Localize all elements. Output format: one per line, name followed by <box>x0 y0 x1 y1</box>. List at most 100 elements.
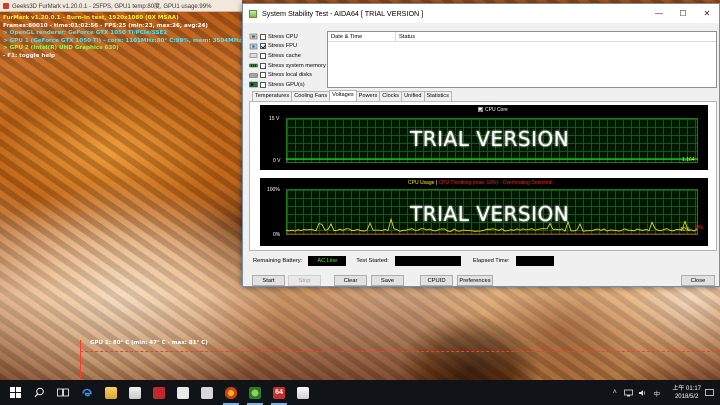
voltage-value-label: 1.164 <box>682 157 695 163</box>
start-button[interactable]: Start <box>252 275 285 286</box>
taskbar-browser[interactable] <box>244 380 266 405</box>
stress-option-checkbox[interactable] <box>260 81 266 88</box>
cache-icon <box>249 52 258 59</box>
log-header: Date & Time Status <box>328 32 716 42</box>
taskbar: 64 ˄ 中 上午 01:17 2018/5/2 <box>0 380 720 405</box>
log-column-date-time[interactable]: Date & Time <box>328 32 396 41</box>
log-list[interactable]: Date & Time Status <box>327 31 717 88</box>
elapsed-time-label: Elapsed Time: <box>472 257 510 264</box>
remaining-battery-label: Remaining Battery: <box>253 257 303 264</box>
gpu-icon <box>249 81 258 88</box>
stress-option-label: Stress cache <box>268 52 301 59</box>
tab-voltages[interactable]: Voltages <box>329 90 357 101</box>
taskbar-task-view[interactable] <box>52 380 74 405</box>
stop-button[interactable]: Stop <box>288 275 321 286</box>
y-axis-max-label: 100% <box>267 187 280 193</box>
fpu-icon <box>249 43 258 50</box>
furmark-overlay-line: > OpenGL renderer: GeForce GTX 1050 Ti/P… <box>3 30 168 37</box>
voltage-graph: CPU Core 15 V 0 V 1.164 TRIAL VERSION <box>260 105 708 170</box>
stress-option-row[interactable]: Stress local disks <box>249 70 319 80</box>
tab-cooling-fans[interactable]: Cooling Fans <box>291 91 331 101</box>
taskbar-apps: 64 <box>0 380 316 405</box>
ime-indicator[interactable]: 中 <box>652 388 661 398</box>
taskbar-start[interactable] <box>4 380 26 405</box>
tab-statistics[interactable]: Statistics <box>423 91 452 101</box>
taskbar-app-grid[interactable] <box>148 380 170 405</box>
taskbar-edge[interactable] <box>76 380 98 405</box>
cpuid-button[interactable]: CPUID <box>420 275 453 286</box>
furmark-overlay-line: > GPU 2 (Intel(R) UHD Graphics 630) <box>3 45 119 52</box>
taskbar-settings-app[interactable] <box>196 380 218 405</box>
aida64-window-title: System Stability Test - AIDA64 [ TRIAL V… <box>262 9 424 18</box>
furmark-overlay-line: > GPU 1 (GeForce GTX 1050 Ti) - core: 11… <box>3 37 304 44</box>
app-grid-icon <box>153 386 165 399</box>
stress-option-label: Stress GPU(s) <box>268 81 305 88</box>
voltage-graph-legend[interactable]: CPU Core <box>478 107 508 113</box>
stress-options: Stress CPU Stress FPU Stress cache Stress s… <box>249 32 326 90</box>
browser-icon <box>249 386 261 399</box>
temp-graph-line <box>80 351 720 352</box>
stress-option-checkbox[interactable] <box>260 72 266 79</box>
stress-option-checkbox[interactable] <box>260 33 266 40</box>
close-window-button[interactable]: ✕ <box>695 4 719 23</box>
taskbar-store[interactable] <box>124 380 146 405</box>
tab-temperatures[interactable]: Temperatures <box>252 91 293 101</box>
furmark-window-title: Geeks3D FurMark v1.20.0.1 - 25FPS, GPU1 … <box>12 4 212 10</box>
legend-cpu-usage-label: CPU Usage <box>408 180 435 186</box>
cpu-usage-graph: CPU Usage | CPU Throttling (max: 10%) - … <box>260 178 708 246</box>
preferences-button[interactable]: Preferences <box>457 275 493 286</box>
test-started-value <box>394 255 461 266</box>
test-started-label: Test Started: <box>356 257 389 264</box>
cpu-usage-value-label: 10% <box>680 227 691 233</box>
stress-option-row[interactable]: Stress FPU <box>249 42 319 52</box>
taskbar-aida64[interactable]: 64 <box>268 380 290 405</box>
stress-option-label: Stress FPU <box>268 43 298 50</box>
temp-graph-axis <box>80 340 81 380</box>
log-column-status[interactable]: Status <box>396 34 415 40</box>
edge-icon <box>81 387 93 399</box>
stress-option-row[interactable]: Stress CPU <box>249 32 319 42</box>
aida64-titlebar[interactable]: System Stability Test - AIDA64 [ TRIAL V… <box>243 4 719 23</box>
stress-option-checkbox[interactable] <box>260 52 266 59</box>
stability-test-icon <box>249 9 257 18</box>
clear-button[interactable]: Clear <box>334 275 367 286</box>
stress-option-row[interactable]: Stress system memory <box>249 61 326 71</box>
task-view-icon <box>57 387 69 399</box>
network-icon[interactable] <box>624 388 634 397</box>
search-icon <box>33 387 45 399</box>
tab-clocks[interactable]: Clocks <box>379 91 403 101</box>
furmark-window-titlebar[interactable]: Geeks3D FurMark v1.20.0.1 - 25FPS, GPU1 … <box>0 0 242 12</box>
save-button[interactable]: Save <box>371 275 404 286</box>
legend-checkbox[interactable] <box>478 107 483 113</box>
close-button[interactable]: Close <box>681 275 715 286</box>
notifications-icon[interactable] <box>705 388 714 397</box>
stress-option-row[interactable]: Stress cache <box>249 51 319 61</box>
stress-option-checkbox[interactable] <box>260 62 266 69</box>
taskbar-photos[interactable] <box>172 380 194 405</box>
y-axis-max-label: 15 V <box>269 116 280 122</box>
minimize-button[interactable]: — <box>647 4 671 23</box>
y-axis-min-label: 0 V <box>273 158 281 164</box>
furmark-overlay: FurMark v1.20.0.1 - Burn-in test, 1920x1… <box>3 15 304 61</box>
furmark-icon <box>225 386 237 399</box>
furmark-overlay-line: Frames:80010 - time:01:02:56 - FPS:25 (m… <box>3 22 208 29</box>
taskbar-search[interactable] <box>28 380 50 405</box>
tab-unified[interactable]: Unified <box>401 91 425 101</box>
show-hidden-icons-icon[interactable]: ˄ <box>610 388 619 397</box>
volume-icon[interactable] <box>638 388 647 397</box>
taskbar-photo-viewer[interactable] <box>292 380 314 405</box>
stress-option-row[interactable]: Stress GPU(s) <box>249 80 319 90</box>
maximize-button[interactable]: ☐ <box>671 4 695 23</box>
clock-time: 上午 01:17 <box>672 385 701 392</box>
system-tray: ˄ 中 上午 01:17 2018/5/2 <box>610 380 714 405</box>
trial-watermark: TRIAL VERSION <box>410 202 570 226</box>
taskbar-file-explorer[interactable] <box>100 380 122 405</box>
stress-option-checkbox[interactable] <box>260 43 266 50</box>
clock[interactable]: 上午 01:17 2018/5/2 <box>672 385 701 401</box>
tab-powers[interactable]: Powers <box>355 91 381 101</box>
legend-separator: | <box>435 180 438 186</box>
taskbar-furmark[interactable] <box>220 380 242 405</box>
y-axis-min-label: 0% <box>273 232 281 238</box>
clock-date: 2018/5/2 <box>674 393 699 400</box>
memory-icon <box>249 62 258 69</box>
